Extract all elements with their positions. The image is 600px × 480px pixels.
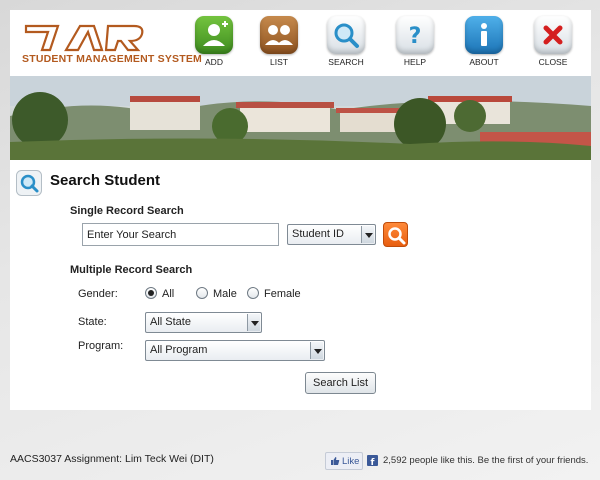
chevron-down-icon [310,342,323,359]
gender-option-female: Female [264,288,301,300]
page-title: Search Student [50,172,161,189]
search-field-select[interactable]: Student ID [287,224,376,245]
search-button[interactable] [383,222,408,247]
app-window: STUDENT MANAGEMENT SYSTEM ADD LIST SEARC… [10,10,591,410]
close-icon [534,16,572,54]
top-toolbar: STUDENT MANAGEMENT SYSTEM ADD LIST SEARC… [10,10,591,76]
single-search-heading: Single Record Search [70,205,184,217]
help-button[interactable]: ? HELP [387,16,443,74]
state-select[interactable]: All State [145,312,262,333]
help-label: HELP [403,57,427,67]
about-label: ABOUT [469,57,499,67]
list-label: LIST [270,57,288,67]
thumbs-up-icon [331,457,340,465]
search-field-value: Student ID [292,228,344,240]
chevron-down-icon [247,314,260,331]
assignment-credit: AACS3037 Assignment: Lim Teck Wei (DIT) [10,453,214,465]
info-icon [465,16,503,54]
users-icon [260,16,298,54]
list-button[interactable]: LIST [251,16,307,74]
gender-option-male: Male [213,288,237,300]
tar-logo: STUDENT MANAGEMENT SYSTEM [22,20,202,70]
search-nav-button[interactable]: SEARCH [318,16,374,74]
facebook-icon: f [367,455,378,468]
multiple-search-heading: Multiple Record Search [70,264,193,276]
search-icon [388,227,406,245]
about-button[interactable]: ABOUT [456,16,512,74]
close-label: CLOSE [538,57,568,67]
campus-banner-image [10,76,591,160]
search-input[interactable] [82,223,279,246]
gender-radio-all[interactable] [145,287,157,299]
logo-subtitle: STUDENT MANAGEMENT SYSTEM [22,53,203,65]
add-label: ADD [205,57,223,67]
help-icon: ? [396,16,434,54]
state-label: State: [78,316,107,328]
chevron-down-icon [361,226,374,243]
like-label: Like [342,456,360,467]
svg-text:f: f [371,458,375,466]
gender-label: Gender: [78,288,118,300]
search-label: SEARCH [328,57,364,67]
gender-option-all: All [162,288,175,300]
close-button[interactable]: CLOSE [525,16,581,74]
state-value: All State [150,316,191,328]
svg-text:?: ? [409,24,422,49]
add-button[interactable]: ADD [186,16,242,74]
program-select[interactable]: All Program [145,340,325,361]
search-list-button[interactable]: Search List [305,372,376,394]
gender-radio-male[interactable] [196,287,208,299]
facebook-like-count: 2,592 people like this. Be the first of … [383,455,589,466]
search-icon [16,170,42,196]
tar-logo-mark [24,24,144,52]
facebook-like-button[interactable]: Like [325,452,363,470]
search-icon [327,16,365,54]
gender-radio-female[interactable] [247,287,259,299]
add-user-icon [195,16,233,54]
program-value: All Program [150,344,208,356]
program-label: Program: [78,340,124,352]
